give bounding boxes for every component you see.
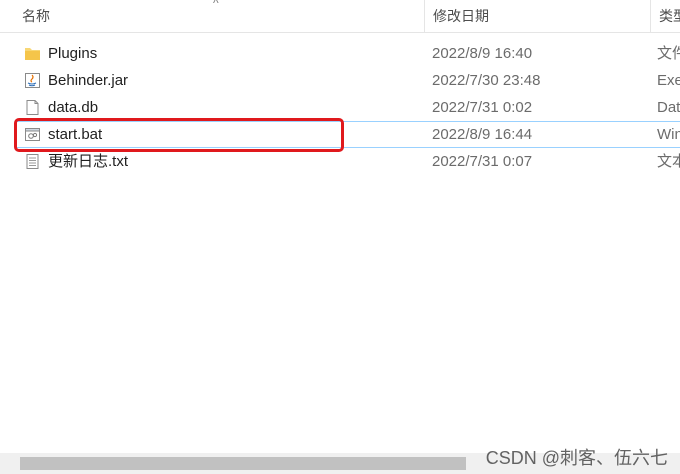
file-row-plugins[interactable]: Plugins 2022/8/9 16:40 文件: [0, 40, 680, 67]
java-jar-icon: [25, 73, 40, 88]
file-icon: [26, 100, 39, 115]
file-name: Behinder.jar: [48, 72, 129, 89]
scrollbar-thumb[interactable]: [20, 457, 466, 470]
file-row-behinder-jar[interactable]: Behinder.jar 2022/7/30 23:48 Exe: [0, 67, 680, 94]
column-header-name[interactable]: 名称: [14, 0, 424, 32]
file-type: Exe: [657, 72, 680, 89]
file-name: Plugins: [48, 45, 98, 62]
file-name: data.db: [48, 99, 99, 116]
file-date: 2022/8/9 16:40: [432, 45, 533, 62]
column-header-date[interactable]: 修改日期: [424, 0, 650, 32]
file-date: 2022/8/9 16:44: [432, 126, 533, 143]
file-row-data-db[interactable]: data.db 2022/7/31 0:02 Dat: [0, 94, 680, 121]
file-type: Win: [657, 126, 680, 143]
watermark: CSDN @刺客、伍六七: [485, 448, 668, 468]
file-date: 2022/7/31 0:07: [432, 153, 533, 170]
column-header: 名称 ^ 修改日期 类型: [0, 0, 680, 33]
file-date: 2022/7/31 0:02: [432, 99, 533, 116]
folder-icon: [25, 48, 40, 60]
file-row-changelog-txt[interactable]: 更新日志.txt 2022/7/31 0:07 文本: [0, 148, 680, 175]
file-type: 文本: [657, 153, 680, 170]
column-header-type[interactable]: 类型: [650, 0, 680, 32]
sort-ascending-icon: ^: [213, 0, 219, 10]
file-list: Plugins 2022/8/9 16:40 文件 Behinder.jar 2…: [0, 40, 680, 175]
file-date: 2022/7/30 23:48: [432, 72, 541, 89]
text-file-icon: [26, 154, 39, 169]
file-type: Dat: [657, 99, 680, 116]
file-name: 更新日志.txt: [48, 153, 129, 170]
red-annotation-box: [14, 118, 344, 152]
file-type: 文件: [657, 45, 680, 62]
